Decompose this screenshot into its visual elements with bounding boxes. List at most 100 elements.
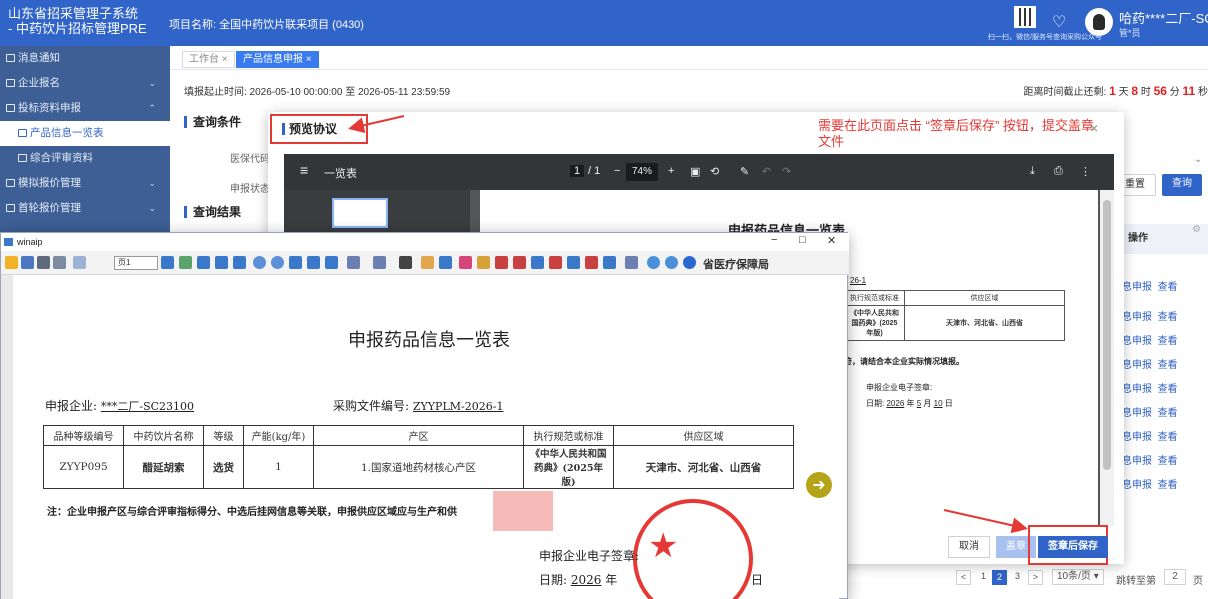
sign-and-save-button[interactable]: 签章后保存: [1038, 536, 1108, 558]
view-link[interactable]: 查看: [1158, 282, 1178, 293]
sidebar-item-messages[interactable]: 消息通知: [0, 46, 170, 71]
fit-icon[interactable]: [215, 256, 228, 269]
hand-icon[interactable]: [421, 256, 434, 269]
highlight-icon[interactable]: [459, 256, 472, 269]
fit-width-icon[interactable]: [307, 256, 320, 269]
cancel-button[interactable]: 取消: [948, 536, 990, 558]
user-name[interactable]: 哈药****二厂-SC...: [1119, 8, 1208, 27]
fit-page-icon[interactable]: ▣: [690, 165, 700, 178]
tab-workbench[interactable]: 工作台 ×: [182, 51, 235, 68]
save-icon[interactable]: [21, 256, 34, 269]
edit-icon[interactable]: [585, 256, 598, 269]
actual-size-icon[interactable]: [289, 256, 302, 269]
open-icon[interactable]: [5, 256, 18, 269]
undo-icon[interactable]: ↶: [762, 165, 771, 178]
gear-icon[interactable]: ⚙: [1192, 224, 1201, 235]
delete-seal-icon[interactable]: [549, 256, 562, 269]
menu-icon[interactable]: ≡: [300, 162, 308, 178]
view-link[interactable]: 查看: [1158, 384, 1178, 395]
goto-page-input[interactable]: 2: [1164, 569, 1186, 585]
back-icon[interactable]: [73, 256, 86, 269]
next-arrow-icon[interactable]: ➜: [806, 472, 832, 498]
chevron-down-icon: ⌄: [148, 178, 156, 188]
zoom-out-icon[interactable]: [271, 256, 284, 269]
sidebar-item-enterprise-signup[interactable]: 企业报名 ⌄: [0, 71, 170, 96]
sidebar-item-bid-materials[interactable]: 投标资料申报 ⌃: [0, 96, 170, 121]
info-icon[interactable]: [647, 256, 660, 269]
tab-bar: 工作台 × 产品信息申报 ×: [170, 46, 1208, 70]
scrollbar-thumb[interactable]: [1103, 200, 1111, 470]
page-2[interactable]: 2: [992, 570, 1007, 585]
find-icon[interactable]: [53, 256, 66, 269]
fit-page-icon[interactable]: [325, 256, 338, 269]
page-dropdown-icon[interactable]: [161, 256, 174, 269]
rotate-icon[interactable]: ⟲: [710, 165, 719, 178]
print-icon[interactable]: ⎙: [1054, 165, 1063, 178]
prev-page-button[interactable]: <: [956, 570, 971, 585]
close-icon[interactable]: ×: [1090, 120, 1098, 136]
zoom-level[interactable]: 74%: [626, 163, 658, 181]
minimize-button[interactable]: −: [771, 234, 777, 246]
page-thumbnail[interactable]: [332, 198, 388, 228]
download-icon[interactable]: ⤓: [1030, 165, 1035, 178]
help-icon[interactable]: [665, 256, 678, 269]
sidebar-item-review-materials[interactable]: 综合评审资料: [0, 146, 170, 171]
next-page-button[interactable]: >: [1028, 570, 1043, 585]
menu-icon[interactable]: [625, 256, 638, 269]
next-icon[interactable]: [179, 256, 192, 269]
view-link[interactable]: 查看: [1158, 408, 1178, 419]
view-link[interactable]: 查看: [1158, 432, 1178, 443]
maximize-button[interactable]: □: [799, 234, 806, 246]
pdf-scrollbar[interactable]: [1100, 190, 1114, 526]
doc-cell: ZYYP095: [43, 445, 124, 489]
doc-day-unit: 日: [751, 573, 764, 587]
seal-icon[interactable]: [513, 256, 526, 269]
query-button[interactable]: 查询: [1162, 174, 1202, 196]
text-select-icon[interactable]: [439, 256, 452, 269]
about-icon[interactable]: [683, 256, 696, 269]
close-window-button[interactable]: ✕: [827, 234, 836, 247]
seal-star-icon: ★: [648, 526, 679, 566]
doc-cell: 天津市、河北省、山西省: [613, 445, 794, 489]
view-link[interactable]: 查看: [1158, 360, 1178, 371]
chevron-down-icon[interactable]: ⌄: [1194, 154, 1202, 165]
avatar[interactable]: [1085, 8, 1113, 36]
zoom-in-icon[interactable]: +: [668, 165, 674, 177]
view-link[interactable]: 查看: [1158, 480, 1178, 491]
doc-col-header: 执行规范或标准: [523, 425, 614, 446]
zoom-out-icon[interactable]: −: [614, 165, 620, 177]
view-link[interactable]: 查看: [1158, 456, 1178, 467]
page-size-select[interactable]: 10条/页 ▾: [1052, 569, 1104, 585]
pdf-day-unit: 日: [944, 399, 953, 408]
rotate-right-icon[interactable]: [373, 256, 386, 269]
view-link[interactable]: 查看: [1158, 312, 1178, 323]
verify-icon[interactable]: [531, 256, 544, 269]
pdf-doc-number: 26-1: [850, 276, 867, 285]
properties-icon[interactable]: [567, 256, 580, 269]
bell-icon[interactable]: ♡: [1052, 12, 1066, 32]
tool-icon[interactable]: [399, 256, 412, 269]
sidebar-item-mock-quote[interactable]: 模拟报价管理 ⌄: [0, 171, 170, 196]
settings-icon[interactable]: [603, 256, 616, 269]
more-icon[interactable]: ⋮: [1080, 165, 1091, 178]
view-link[interactable]: 查看: [1158, 336, 1178, 347]
stamp-icon[interactable]: [477, 256, 490, 269]
page-3[interactable]: 3: [1010, 570, 1025, 585]
redo-icon[interactable]: ↷: [782, 165, 791, 178]
page-number-input[interactable]: 1: [570, 165, 585, 177]
zoom-in-icon[interactable]: [253, 256, 266, 269]
page-icon[interactable]: [233, 256, 246, 269]
rotate-icon[interactable]: [347, 256, 360, 269]
sidebar-item-first-quote[interactable]: 首轮报价管理 ⌄: [0, 196, 170, 221]
page-1[interactable]: 1: [976, 570, 991, 585]
print-icon[interactable]: [37, 256, 50, 269]
annotate-icon[interactable]: ✎: [740, 165, 749, 178]
tab-product-declare[interactable]: 产品信息申报 ×: [236, 51, 319, 68]
sign-icon[interactable]: [495, 256, 508, 269]
view-icon[interactable]: [197, 256, 210, 269]
sidebar-item-product-list[interactable]: 产品信息一览表: [0, 121, 170, 146]
page-input[interactable]: 页1: [114, 256, 158, 270]
app-logo[interactable]: 山东省招采管理子系统 - 中药饮片招标管理PRE: [8, 6, 158, 36]
doc-date-label: 日期:: [539, 573, 568, 587]
pdf-year-unit: 年: [906, 399, 915, 408]
